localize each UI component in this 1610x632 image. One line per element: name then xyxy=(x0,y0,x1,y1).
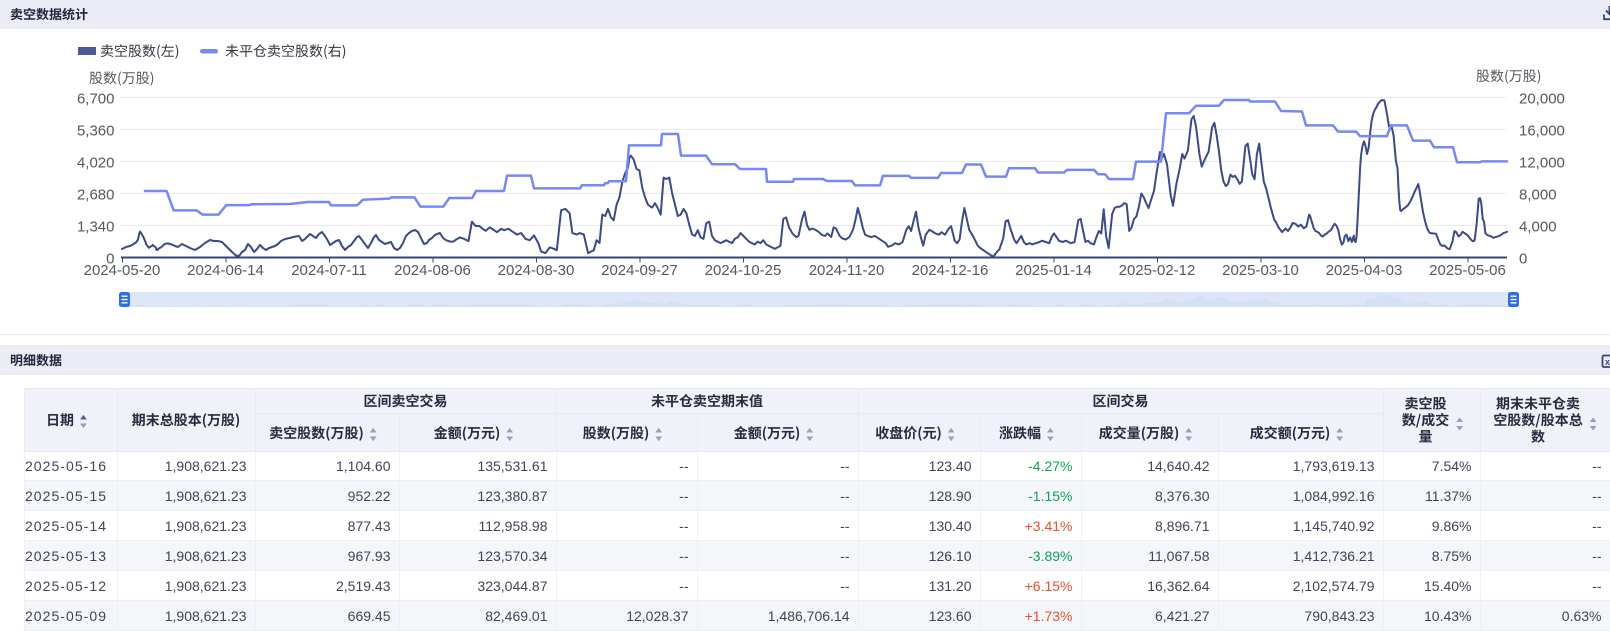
svg-text:20,000: 20,000 xyxy=(1519,91,1565,108)
svg-text:-1.15%: -1.15% xyxy=(1028,488,1072,504)
svg-text:9.86%: 9.86% xyxy=(1432,518,1472,534)
svg-text:8.75%: 8.75% xyxy=(1432,548,1472,564)
svg-text:--: -- xyxy=(1592,548,1602,564)
svg-text:130.40: 130.40 xyxy=(929,518,972,534)
svg-text:2,102,574.79: 2,102,574.79 xyxy=(1293,578,1375,594)
svg-text:2024-11-20: 2024-11-20 xyxy=(809,262,885,279)
svg-text:x: x xyxy=(1605,357,1610,367)
svg-text:2024-08-06: 2024-08-06 xyxy=(394,262,471,279)
svg-text:+3.41%: +3.41% xyxy=(1025,518,1073,534)
svg-text:1,412,736.21: 1,412,736.21 xyxy=(1293,548,1375,564)
svg-text:10.43%: 10.43% xyxy=(1424,608,1471,624)
svg-text:2025-05-15: 2025-05-15 xyxy=(25,488,107,504)
svg-text:2024-12-16: 2024-12-16 xyxy=(912,262,989,279)
svg-text:--: -- xyxy=(1592,458,1602,474)
svg-text:1,104.60: 1,104.60 xyxy=(336,458,391,474)
svg-text:+6.15%: +6.15% xyxy=(1025,578,1073,594)
svg-text:+1.73%: +1.73% xyxy=(1025,608,1073,624)
svg-text:--: -- xyxy=(679,518,689,534)
svg-text:14,640.42: 14,640.42 xyxy=(1147,458,1209,474)
svg-text:128.90: 128.90 xyxy=(929,488,972,504)
svg-text:4,020: 4,020 xyxy=(77,155,115,172)
svg-text:2025-02-12: 2025-02-12 xyxy=(1119,262,1196,279)
svg-text:1,908,621.23: 1,908,621.23 xyxy=(165,488,247,504)
svg-text:135,531.61: 135,531.61 xyxy=(477,458,547,474)
svg-text:1,908,621.23: 1,908,621.23 xyxy=(165,458,247,474)
svg-text:952.22: 952.22 xyxy=(348,488,391,504)
svg-text:2024-05-20: 2024-05-20 xyxy=(84,262,161,279)
svg-text:2024-07-11: 2024-07-11 xyxy=(291,262,367,279)
svg-text:--: -- xyxy=(1592,488,1602,504)
svg-text:2025-03-10: 2025-03-10 xyxy=(1222,262,1299,279)
svg-text:6,700: 6,700 xyxy=(77,91,115,108)
svg-text:1,340: 1,340 xyxy=(77,219,115,236)
svg-text:2025-05-12: 2025-05-12 xyxy=(25,578,107,594)
svg-text:112,958.98: 112,958.98 xyxy=(478,518,547,534)
svg-text:2025-04-03: 2025-04-03 xyxy=(1326,262,1403,279)
svg-text:0.63%: 0.63% xyxy=(1562,608,1602,624)
svg-text:15.40%: 15.40% xyxy=(1424,578,1471,594)
svg-text:11,067.58: 11,067.58 xyxy=(1148,548,1209,564)
svg-text:--: -- xyxy=(679,548,689,564)
svg-text:-4.27%: -4.27% xyxy=(1028,458,1072,474)
svg-text:82,469.01: 82,469.01 xyxy=(485,608,547,624)
svg-text:8,376.30: 8,376.30 xyxy=(1155,488,1210,504)
svg-text:--: -- xyxy=(840,488,850,504)
svg-text:1,908,621.23: 1,908,621.23 xyxy=(165,548,247,564)
svg-text:1,145,740.92: 1,145,740.92 xyxy=(1293,518,1375,534)
svg-text:--: -- xyxy=(840,578,850,594)
svg-text:12,000: 12,000 xyxy=(1519,155,1565,172)
svg-text:1,908,621.23: 1,908,621.23 xyxy=(165,608,247,624)
svg-text:2025-05-13: 2025-05-13 xyxy=(25,548,107,564)
svg-text:2025-05-16: 2025-05-16 xyxy=(25,458,107,474)
svg-text:2025-01-14: 2025-01-14 xyxy=(1015,262,1092,279)
svg-text:2024-09-27: 2024-09-27 xyxy=(601,262,678,279)
svg-text:2,519.43: 2,519.43 xyxy=(336,578,391,594)
svg-text:8,000: 8,000 xyxy=(1519,187,1557,204)
svg-text:1,908,621.23: 1,908,621.23 xyxy=(165,578,247,594)
svg-text:-3.89%: -3.89% xyxy=(1028,548,1072,564)
svg-text:1,084,992.16: 1,084,992.16 xyxy=(1293,488,1375,504)
svg-text:2025-05-06: 2025-05-06 xyxy=(1429,262,1506,279)
svg-text:2,680: 2,680 xyxy=(77,187,115,204)
svg-text:--: -- xyxy=(679,578,689,594)
svg-text:12,028.37: 12,028.37 xyxy=(626,608,688,624)
svg-text:--: -- xyxy=(840,458,850,474)
svg-text:2024-10-25: 2024-10-25 xyxy=(705,262,782,279)
svg-text:--: -- xyxy=(840,548,850,564)
svg-text:123.40: 123.40 xyxy=(929,458,972,474)
svg-text:--: -- xyxy=(840,518,850,534)
svg-text:790,843.23: 790,843.23 xyxy=(1304,608,1374,624)
svg-text:16,000: 16,000 xyxy=(1519,123,1565,140)
svg-text:123.60: 123.60 xyxy=(929,608,972,624)
svg-text:967.93: 967.93 xyxy=(348,548,391,564)
svg-text:6,421.27: 6,421.27 xyxy=(1155,608,1210,624)
svg-text:1,908,621.23: 1,908,621.23 xyxy=(165,518,247,534)
svg-text:877.43: 877.43 xyxy=(348,518,391,534)
svg-text:16,362.64: 16,362.64 xyxy=(1147,578,1209,594)
svg-text:7.54%: 7.54% xyxy=(1432,458,1472,474)
svg-text:--: -- xyxy=(1592,518,1602,534)
svg-text:323,044.87: 323,044.87 xyxy=(477,578,547,594)
svg-text:--: -- xyxy=(1592,578,1602,594)
svg-text:1,793,619.13: 1,793,619.13 xyxy=(1293,458,1375,474)
svg-text:126.10: 126.10 xyxy=(929,548,972,564)
svg-text:--: -- xyxy=(679,488,689,504)
svg-text:2025-05-14: 2025-05-14 xyxy=(25,518,107,534)
svg-text:131.20: 131.20 xyxy=(929,578,972,594)
svg-text:0: 0 xyxy=(1519,251,1527,268)
svg-text:--: -- xyxy=(679,458,689,474)
svg-text:11.37%: 11.37% xyxy=(1425,488,1471,504)
svg-text:123,570.34: 123,570.34 xyxy=(477,548,547,564)
svg-text:2024-08-30: 2024-08-30 xyxy=(498,262,575,279)
svg-text:4,000: 4,000 xyxy=(1519,219,1557,236)
svg-text:123,380.87: 123,380.87 xyxy=(477,488,547,504)
svg-text:669.45: 669.45 xyxy=(348,608,391,624)
svg-text:1,486,706.14: 1,486,706.14 xyxy=(768,608,850,624)
svg-text:5,360: 5,360 xyxy=(77,123,115,140)
svg-text:2025-05-09: 2025-05-09 xyxy=(25,608,107,624)
svg-text:8,896.71: 8,896.71 xyxy=(1155,518,1210,534)
svg-text:2024-06-14: 2024-06-14 xyxy=(187,262,264,279)
